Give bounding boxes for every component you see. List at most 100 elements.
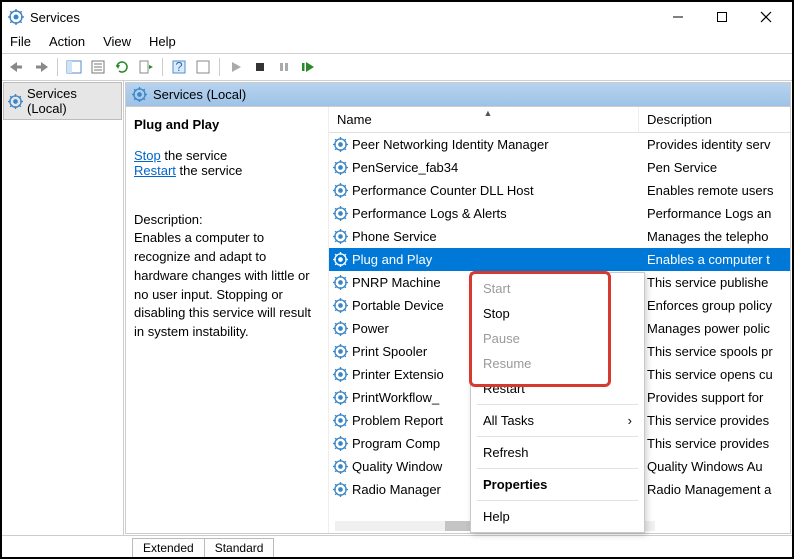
export-button[interactable]: [135, 56, 157, 78]
column-name[interactable]: Name ▲: [329, 107, 639, 132]
detail-panel: Plug and Play Stop the service Restart t…: [126, 107, 328, 533]
gear-icon: [333, 206, 348, 221]
maximize-button[interactable]: [700, 3, 744, 31]
tab-standard[interactable]: Standard: [204, 538, 275, 557]
service-description: Enforces group policy: [639, 298, 790, 313]
menu-help[interactable]: Help: [149, 34, 176, 49]
stop-service-button[interactable]: [249, 56, 271, 78]
service-name: Plug and Play: [352, 252, 432, 267]
service-name: PrintWorkflow_: [352, 390, 439, 405]
svg-text:?: ?: [175, 59, 182, 74]
show-hide-tree-button[interactable]: [63, 56, 85, 78]
gear-icon: [333, 160, 348, 175]
menu-view[interactable]: View: [103, 34, 131, 49]
ctx-restart[interactable]: Restart: [473, 376, 642, 401]
ctx-help[interactable]: Help: [473, 504, 642, 529]
gear-icon: [333, 298, 348, 313]
pause-service-button[interactable]: [273, 56, 295, 78]
gear-icon: [333, 482, 348, 497]
service-name: Portable Device: [352, 298, 444, 313]
nav-back-button[interactable]: [6, 56, 28, 78]
service-name: Performance Logs & Alerts: [352, 206, 507, 221]
service-name: Printer Extensio: [352, 367, 444, 382]
service-description: This service provides: [639, 436, 790, 451]
help-button[interactable]: ?: [168, 56, 190, 78]
restart-service-button[interactable]: [297, 56, 319, 78]
minimize-button[interactable]: [656, 3, 700, 31]
close-button[interactable]: [744, 3, 788, 31]
refresh-button[interactable]: [111, 56, 133, 78]
selected-service-name: Plug and Play: [134, 117, 320, 132]
service-name: Phone Service: [352, 229, 437, 244]
service-description: Quality Windows Au: [639, 459, 790, 474]
titlebar[interactable]: Services: [2, 2, 792, 32]
gear-icon: [333, 321, 348, 336]
gear-icon: [333, 229, 348, 244]
service-row[interactable]: Performance Logs & AlertsPerformance Log…: [329, 202, 790, 225]
service-name: Radio Manager: [352, 482, 441, 497]
service-description: Provides identity serv: [639, 137, 790, 152]
submenu-arrow-icon: ›: [628, 413, 632, 428]
service-name: Power: [352, 321, 389, 336]
sort-indicator-icon: ▲: [484, 108, 493, 118]
column-description[interactable]: Description: [639, 107, 790, 132]
description-label: Description:: [134, 212, 320, 227]
gear-icon: [333, 367, 348, 382]
nav-forward-button[interactable]: [30, 56, 52, 78]
services-window: Services File Action View Help ? Service…: [0, 0, 794, 559]
restart-link[interactable]: Restart: [134, 163, 176, 178]
service-description: Manages power polic: [639, 321, 790, 336]
service-row[interactable]: Plug and Play Enables a computer t: [329, 248, 790, 271]
gear-icon: [333, 252, 348, 267]
menu-file[interactable]: File: [10, 34, 31, 49]
menu-action[interactable]: Action: [49, 34, 85, 49]
pane-title: Services (Local): [153, 87, 246, 102]
ctx-start: Start: [473, 276, 642, 301]
tree-pane: Services (Local): [2, 81, 124, 535]
service-description: This service provides: [639, 413, 790, 428]
service-row[interactable]: Peer Networking Identity Manager Provides…: [329, 133, 790, 156]
context-menu: Start Stop Pause Resume Restart All Task…: [470, 272, 645, 533]
gear-icon: [333, 275, 348, 290]
gear-icon: [333, 459, 348, 474]
service-row[interactable]: Performance Counter DLL Host Enables remo…: [329, 179, 790, 202]
service-description: Manages the telepho: [639, 229, 790, 244]
description-text: Enables a computer to recognize and adap…: [134, 229, 320, 342]
service-description: Pen Service: [639, 160, 790, 175]
service-name: Peer Networking Identity Manager: [352, 137, 549, 152]
service-row[interactable]: PenService_fab34 Pen Service: [329, 156, 790, 179]
service-name: Print Spooler: [352, 344, 427, 359]
service-name: PenService_fab34: [352, 160, 458, 175]
column-headers: Name ▲ Description: [329, 107, 790, 133]
gear-icon: [132, 87, 147, 102]
tree-root-label: Services (Local): [27, 86, 117, 116]
service-description: Enables remote users: [639, 183, 790, 198]
help2-button[interactable]: [192, 56, 214, 78]
service-description: This service publishe: [639, 275, 790, 290]
tree-root-item[interactable]: Services (Local): [3, 82, 122, 120]
tab-extended[interactable]: Extended: [132, 538, 204, 557]
body-area: Services (Local) Services (Local) Plug a…: [2, 81, 792, 535]
menubar: File Action View Help: [2, 32, 792, 53]
properties-button[interactable]: [87, 56, 109, 78]
service-name: Quality Window: [352, 459, 442, 474]
ctx-stop[interactable]: Stop: [473, 301, 642, 326]
gear-icon: [333, 436, 348, 451]
stop-link[interactable]: Stop: [134, 148, 161, 163]
service-description: Enables a computer t: [639, 252, 790, 267]
start-service-button[interactable]: [225, 56, 247, 78]
service-description: This service opens cu: [639, 367, 790, 382]
toolbar: ?: [2, 53, 792, 81]
ctx-refresh[interactable]: Refresh: [473, 440, 642, 465]
ctx-properties[interactable]: Properties: [473, 472, 642, 497]
ctx-resume: Resume: [473, 351, 642, 376]
gear-icon: [333, 137, 348, 152]
service-name: Performance Counter DLL Host: [352, 183, 534, 198]
view-tabs: Extended Standard: [2, 535, 792, 557]
service-name: PNRP Machine: [352, 275, 441, 290]
app-icon: [8, 9, 24, 25]
service-name: Program Comp: [352, 436, 440, 451]
service-row[interactable]: Phone Service Manages the telepho: [329, 225, 790, 248]
service-description: This service spools pr: [639, 344, 790, 359]
ctx-all-tasks[interactable]: All Tasks›: [473, 408, 642, 433]
